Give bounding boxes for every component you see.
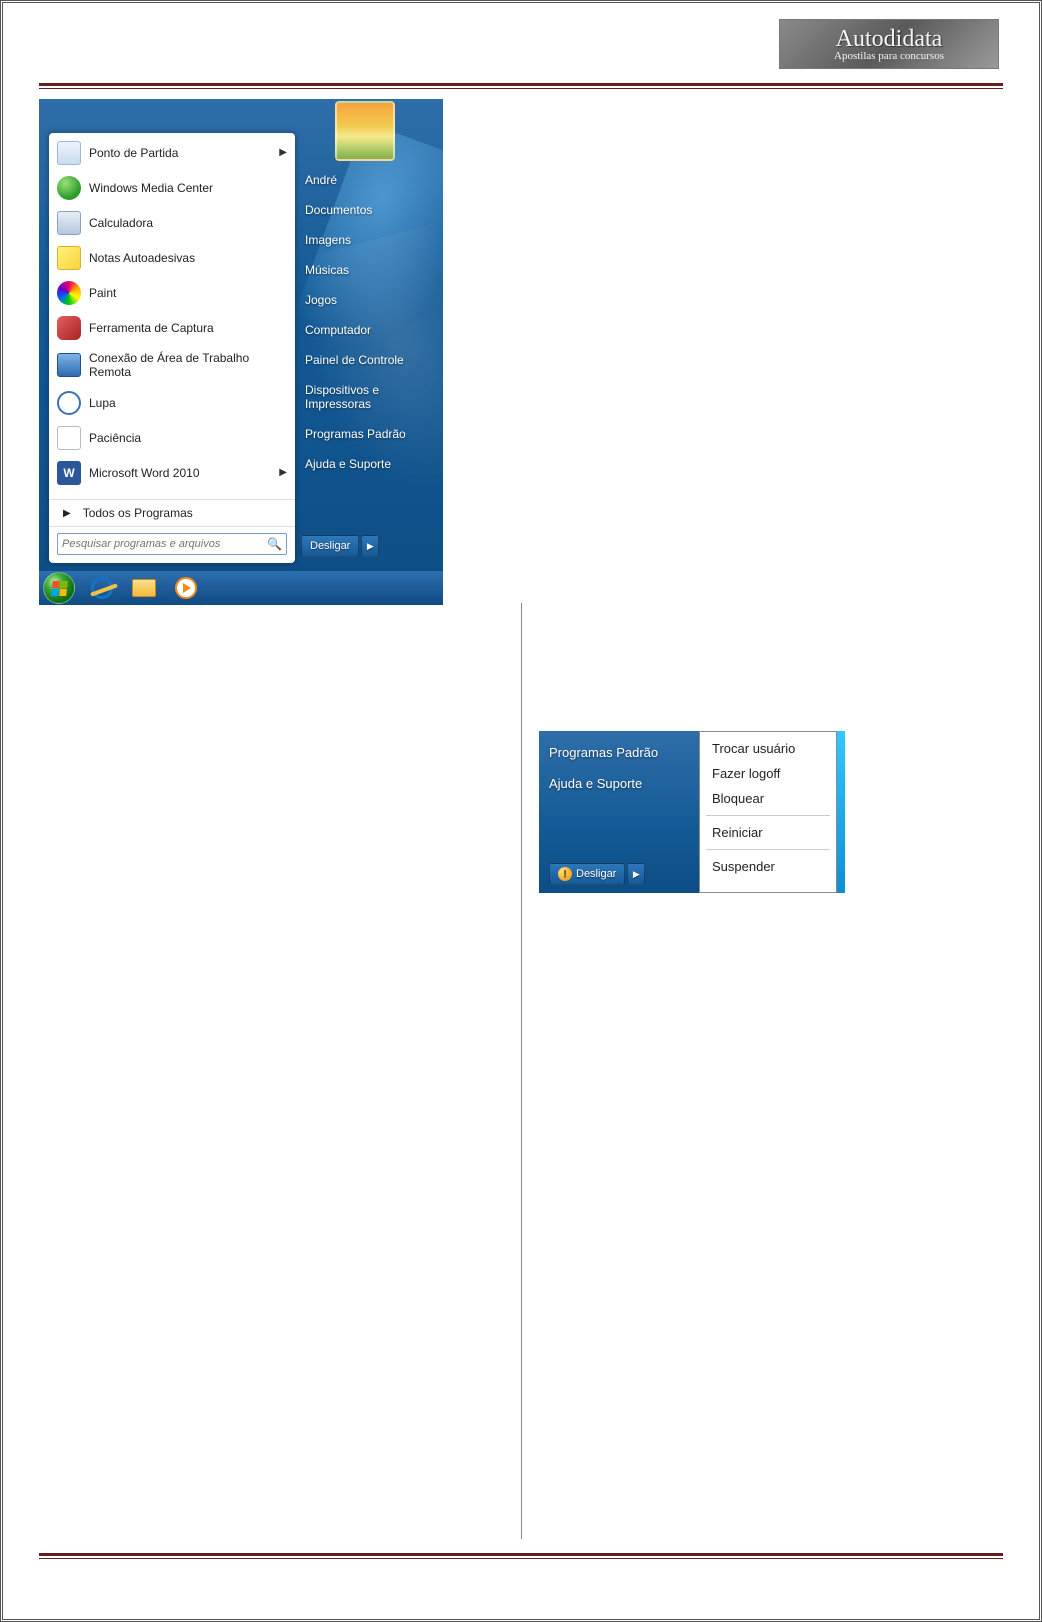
- program-item[interactable]: Ponto de Partida ▶: [49, 135, 295, 170]
- logoff-item[interactable]: Fazer logoff: [700, 761, 836, 786]
- taskbar-ie-button[interactable]: [87, 575, 117, 601]
- shutdown-label: Desligar: [576, 868, 616, 880]
- media-center-icon: [57, 176, 81, 200]
- taskbar: [39, 571, 443, 605]
- devices-printers-link[interactable]: Dispositivos e Impressoras: [301, 375, 439, 419]
- sticky-notes-icon: [57, 246, 81, 270]
- brand-logo-sub: Apostilas para concursos: [834, 51, 944, 62]
- program-item[interactable]: Paint: [49, 275, 295, 310]
- program-label: Microsoft Word 2010: [89, 466, 200, 480]
- top-divider: [39, 83, 1003, 89]
- shutdown-button[interactable]: Desligar: [301, 535, 359, 557]
- documents-link[interactable]: Documentos: [301, 195, 439, 225]
- lock-item[interactable]: Bloquear: [700, 786, 836, 811]
- search-input[interactable]: [62, 538, 267, 550]
- start-button[interactable]: [43, 572, 75, 604]
- program-item[interactable]: Calculadora: [49, 205, 295, 240]
- search-icon[interactable]: 🔍: [267, 537, 282, 551]
- all-programs-arrow-icon: ▶: [63, 508, 71, 519]
- word-icon: W: [57, 461, 81, 485]
- shutdown-split-button: Desligar ▶: [301, 535, 379, 557]
- program-label: Paciência: [89, 431, 141, 445]
- bottom-divider: [39, 1553, 1003, 1559]
- program-label: Calculadora: [89, 216, 153, 230]
- shutdown-options-menu: Trocar usuário Fazer logoff Bloquear Rei…: [699, 731, 837, 893]
- program-item[interactable]: Paciência: [49, 420, 295, 455]
- program-item[interactable]: Notas Autoadesivas: [49, 240, 295, 275]
- shutdown-menu-screenshot: Programas Padrão Ajuda e Suporte ! Desli…: [539, 731, 845, 893]
- menu-separator: [706, 815, 830, 816]
- games-link[interactable]: Jogos: [301, 285, 439, 315]
- music-link[interactable]: Músicas: [301, 255, 439, 285]
- getting-started-icon: [57, 141, 81, 165]
- shutdown-button[interactable]: ! Desligar: [549, 863, 625, 885]
- default-programs-link[interactable]: Programas Padrão: [301, 419, 439, 449]
- pictures-link[interactable]: Imagens: [301, 225, 439, 255]
- taskbar-mediaplayer-button[interactable]: [171, 575, 201, 601]
- solitaire-icon: [57, 426, 81, 450]
- help-support-link[interactable]: Ajuda e Suporte: [301, 449, 439, 479]
- program-item[interactable]: Ferramenta de Captura: [49, 310, 295, 345]
- program-item[interactable]: Windows Media Center: [49, 170, 295, 205]
- remote-desktop-icon: [57, 353, 81, 377]
- sleep-item[interactable]: Suspender: [700, 854, 836, 879]
- taskbar-explorer-button[interactable]: [129, 575, 159, 601]
- program-label: Windows Media Center: [89, 181, 213, 195]
- search-box[interactable]: 🔍: [57, 533, 287, 555]
- default-programs-link[interactable]: Programas Padrão: [549, 745, 693, 760]
- start-menu-left-panel: Ponto de Partida ▶ Windows Media Center …: [49, 133, 295, 563]
- control-panel-link[interactable]: Painel de Controle: [301, 345, 439, 375]
- help-support-link[interactable]: Ajuda e Suporte: [549, 776, 693, 791]
- start-menu-right-panel: André Documentos Imagens Músicas Jogos C…: [301, 165, 439, 479]
- program-label: Conexão de Área de Trabalho Remota: [89, 351, 287, 379]
- windows-flag-icon: [51, 581, 68, 596]
- program-label: Ponto de Partida: [89, 146, 178, 160]
- user-name-link[interactable]: André: [301, 165, 439, 195]
- media-player-icon: [175, 577, 197, 599]
- switch-user-item[interactable]: Trocar usuário: [700, 736, 836, 761]
- folder-icon: [132, 579, 156, 597]
- shutdown-menu-left: Programas Padrão Ajuda e Suporte ! Desli…: [539, 731, 699, 893]
- magnifier-icon: [57, 391, 81, 415]
- pinned-program-list: Ponto de Partida ▶ Windows Media Center …: [49, 133, 295, 499]
- internet-explorer-icon: [91, 577, 113, 599]
- user-picture[interactable]: [335, 101, 395, 161]
- all-programs-label: Todos os Programas: [83, 506, 193, 520]
- program-label: Ferramenta de Captura: [89, 321, 214, 335]
- program-item[interactable]: W Microsoft Word 2010 ▶: [49, 455, 295, 490]
- start-menu-screenshot: Ponto de Partida ▶ Windows Media Center …: [39, 99, 443, 605]
- restart-item[interactable]: Reiniciar: [700, 820, 836, 845]
- submenu-arrow-icon: ▶: [279, 147, 287, 158]
- column-divider: [521, 603, 522, 1539]
- program-item[interactable]: Lupa: [49, 385, 295, 420]
- update-pending-icon: !: [558, 867, 572, 881]
- shutdown-label: Desligar: [310, 540, 350, 552]
- program-item[interactable]: Conexão de Área de Trabalho Remota: [49, 345, 295, 385]
- snipping-tool-icon: [57, 316, 81, 340]
- taskbar-edge-strip: [837, 731, 845, 893]
- computer-link[interactable]: Computador: [301, 315, 439, 345]
- calculator-icon: [57, 211, 81, 235]
- brand-logo-main: Autodidata: [836, 27, 943, 51]
- search-row: 🔍: [49, 526, 295, 563]
- all-programs-button[interactable]: ▶ Todos os Programas: [49, 499, 295, 526]
- menu-separator: [706, 849, 830, 850]
- brand-logo: Autodidata Apostilas para concursos: [779, 19, 999, 69]
- shutdown-options-button[interactable]: ▶: [627, 863, 645, 885]
- shutdown-split-button: ! Desligar ▶: [549, 863, 645, 885]
- paint-icon: [57, 281, 81, 305]
- program-label: Paint: [89, 286, 116, 300]
- shutdown-options-button[interactable]: ▶: [361, 535, 379, 557]
- program-label: Lupa: [89, 396, 116, 410]
- program-label: Notas Autoadesivas: [89, 251, 195, 265]
- submenu-arrow-icon: ▶: [279, 467, 287, 478]
